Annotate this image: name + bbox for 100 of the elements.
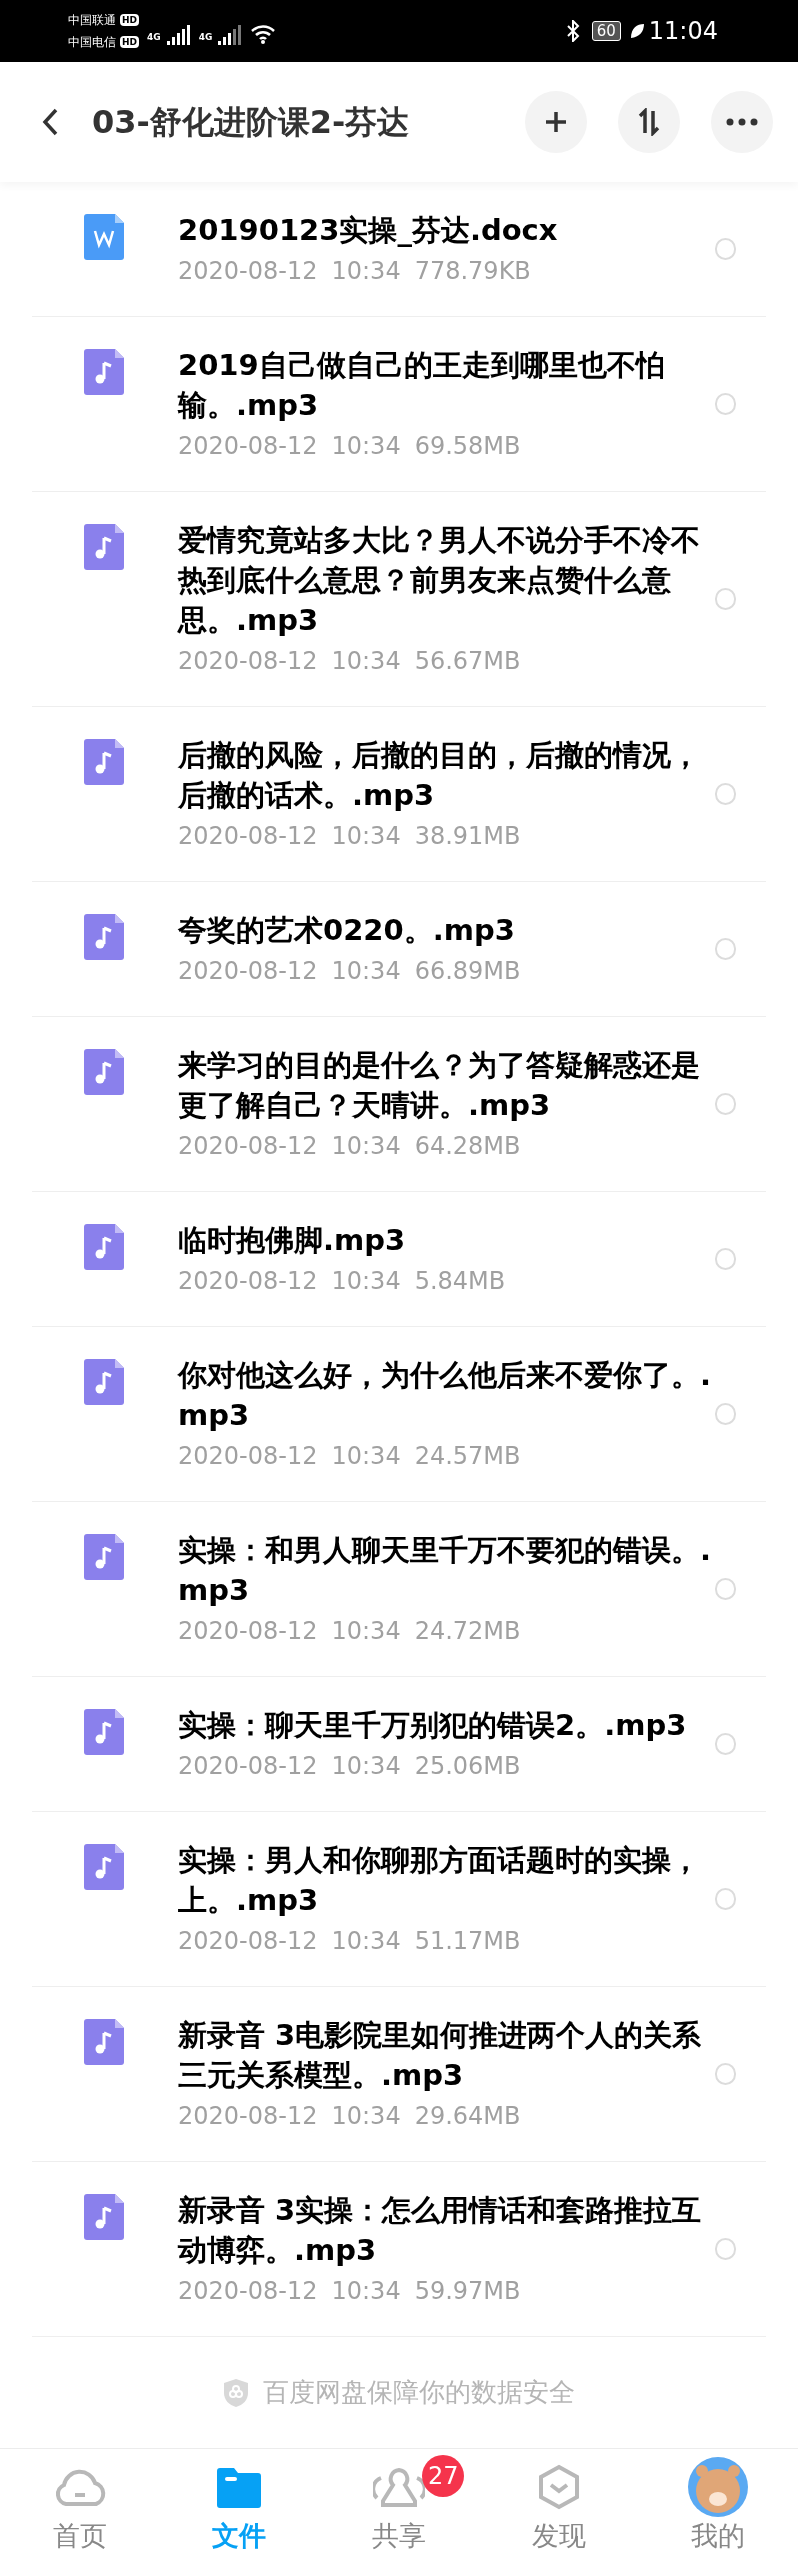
select-checkbox[interactable] (715, 938, 736, 960)
select-checkbox[interactable] (715, 783, 736, 805)
file-row[interactable]: 实操：男人和你聊那方面话题时的实操，上。.mp3 2020-08-12 10:34 51.17MB (32, 1812, 766, 1987)
file-name: 后撤的风险，后撤的目的，后撤的情况，后撤的话术。.mp3 (178, 737, 701, 814)
file-time: 10:34 (331, 2101, 401, 2132)
people-icon (373, 2466, 425, 2508)
file-date: 2020-08-12 (178, 1441, 318, 1472)
file-row[interactable]: 爱情究竟站多大比？男人不说分手不冷不热到底什么意思？前男友来点赞什么意思。.mp3 2020-08-12 10:34 56.67MB (32, 492, 766, 707)
file-size: 51.17MB (414, 1926, 521, 1957)
file-row[interactable]: 实操：和男人聊天里千万不要犯的错误。.mp3 2020-08-12 10:34 24.72MB (32, 1502, 766, 1677)
file-date: 2020-08-12 (178, 1751, 318, 1782)
file-time: 10:34 (331, 1751, 401, 1782)
shield-icon (223, 2377, 249, 2408)
file-name: 你对他这么好，为什么他后来不爱你了。.mp3 (178, 1357, 713, 1434)
file-date: 2020-08-12 (178, 646, 318, 677)
clock: 11:04 (648, 16, 718, 47)
file-row[interactable]: 新录音 3电影院里如何推进两个人的关系三元关系模型。.mp3 2020-08-12 10:34 29.64MB (32, 1987, 766, 2162)
file-time: 10:34 (331, 1616, 401, 1647)
file-time: 10:34 (331, 1441, 401, 1472)
back-icon[interactable] (40, 107, 60, 137)
file-row[interactable]: 实操：聊天里千万别犯的错误2。.mp3 2020-08-12 10:34 25.06MB (32, 1677, 766, 1812)
file-row[interactable]: 临时抱佛脚.mp3 2020-08-12 10:34 5.84MB (32, 1192, 766, 1327)
file-row[interactable]: 来学习的目的是什么？为了答疑解惑还是更了解自己？天晴讲。.mp3 2020-08-12 10:34 64.28MB (32, 1017, 766, 1192)
file-date: 2020-08-12 (178, 1616, 318, 1647)
file-time: 10:34 (331, 1266, 401, 1297)
network-type: 4G (147, 31, 161, 45)
select-checkbox[interactable] (715, 1888, 736, 1910)
battery-icon: 60 (591, 21, 621, 41)
select-checkbox[interactable] (715, 2238, 736, 2260)
select-checkbox[interactable] (715, 2063, 736, 2085)
file-name: 实操：聊天里千万别犯的错误2。.mp3 (178, 1707, 688, 1744)
file-row[interactable]: 夸奖的艺术0220。.mp3 2020-08-12 10:34 66.89MB (32, 882, 766, 1017)
music-file-icon (84, 349, 124, 395)
select-checkbox[interactable] (715, 1733, 736, 1755)
bluetooth-icon (565, 20, 580, 42)
music-file-icon (84, 1359, 124, 1405)
file-date: 2020-08-12 (178, 2276, 318, 2307)
music-file-icon (84, 2194, 124, 2240)
music-file-icon (84, 1534, 124, 1580)
more-icon (726, 118, 758, 126)
file-name: 20190123实操_芬达.docx (178, 212, 559, 249)
sort-icon (636, 108, 662, 136)
file-time: 10:34 (331, 956, 401, 987)
file-size: 24.72MB (414, 1616, 521, 1647)
file-size: 29.64MB (414, 2101, 521, 2132)
file-date: 2020-08-12 (178, 821, 318, 852)
select-checkbox[interactable] (715, 1248, 736, 1270)
file-name: 新录音 3实操：怎么用情话和套路推拉互动博弈。.mp3 (178, 2192, 703, 2269)
file-time: 10:34 (331, 2276, 401, 2307)
file-size: 59.97MB (414, 2276, 521, 2307)
file-date: 2020-08-12 (178, 431, 318, 462)
file-time: 10:34 (331, 431, 401, 462)
carrier-name: 中国联通 (68, 12, 116, 29)
network-type: 4G (198, 31, 213, 45)
select-checkbox[interactable] (715, 1093, 736, 1115)
file-name: 实操：和男人聊天里千万不要犯的错误。.mp3 (178, 1532, 713, 1609)
file-name: 来学习的目的是什么？为了答疑解惑还是更了解自己？天晴讲。.mp3 (178, 1047, 701, 1124)
file-row[interactable]: 20190123实操_芬达.docx 2020-08-12 10:34 778.79KB (32, 182, 766, 317)
file-name: 2019自己做自己的王走到哪里也不怕输。.mp3 (178, 347, 666, 424)
nav-tab[interactable]: 发现 (478, 2449, 639, 2560)
nav-tab[interactable]: 我的 (638, 2449, 798, 2560)
file-name: 新录音 3电影院里如何推进两个人的关系三元关系模型。.mp3 (178, 2017, 703, 2094)
file-size: 56.67MB (414, 646, 521, 677)
file-size: 24.57MB (414, 1441, 521, 1472)
select-checkbox[interactable] (715, 1403, 736, 1425)
file-name: 临时抱佛脚.mp3 (178, 1222, 407, 1259)
file-time: 10:34 (331, 646, 401, 677)
file-time: 10:34 (331, 1131, 401, 1162)
plus-icon (544, 110, 568, 134)
leaf-icon (628, 22, 645, 40)
select-checkbox[interactable] (715, 393, 736, 415)
nav-tab[interactable]: 共享 27 (319, 2449, 479, 2560)
file-name: 夸奖的艺术0220。.mp3 (178, 912, 516, 949)
file-row[interactable]: 你对他这么好，为什么他后来不爱你了。.mp3 2020-08-12 10:34 24.57MB (32, 1327, 766, 1502)
music-file-icon (84, 914, 124, 960)
file-name: 爱情究竟站多大比？男人不说分手不冷不热到底什么意思？前男友来点赞什么意思。.mp3 (178, 522, 701, 639)
music-file-icon (84, 524, 124, 570)
folder-icon (217, 2466, 262, 2508)
select-checkbox[interactable] (715, 588, 736, 610)
file-name: 实操：男人和你聊那方面话题时的实操，上。.mp3 (178, 1842, 701, 1919)
hexagon-icon (536, 2464, 581, 2510)
hd-badge: HD (120, 36, 139, 48)
file-row[interactable]: 后撤的风险，后撤的目的，后撤的情况，后撤的话术。.mp3 2020-08-12 10:34 38.91MB (32, 707, 766, 882)
file-date: 2020-08-12 (178, 1131, 318, 1162)
avatar-icon[interactable] (688, 2457, 749, 2517)
file-row[interactable]: 新录音 3实操：怎么用情话和套路推拉互动博弈。.mp3 2020-08-12 10:34 59.97MB (32, 2162, 766, 2337)
music-file-icon (84, 2019, 124, 2065)
music-file-icon (84, 1709, 124, 1755)
file-row[interactable]: 2019自己做自己的王走到哪里也不怕输。.mp3 2020-08-12 10:34 69.58MB (32, 317, 766, 492)
nav-tab[interactable]: 首页 (0, 2449, 160, 2560)
file-size: 25.06MB (414, 1751, 521, 1782)
file-size: 5.84MB (414, 1266, 506, 1297)
file-time: 10:34 (331, 256, 401, 287)
security-note: 百度网盘保障你的数据安全 (263, 2376, 575, 2409)
file-size: 64.28MB (414, 1131, 521, 1162)
file-time: 10:34 (331, 821, 401, 852)
file-date: 2020-08-12 (178, 1926, 318, 1957)
select-checkbox[interactable] (715, 238, 736, 260)
file-size: 778.79KB (414, 256, 531, 287)
select-checkbox[interactable] (715, 1578, 736, 1600)
